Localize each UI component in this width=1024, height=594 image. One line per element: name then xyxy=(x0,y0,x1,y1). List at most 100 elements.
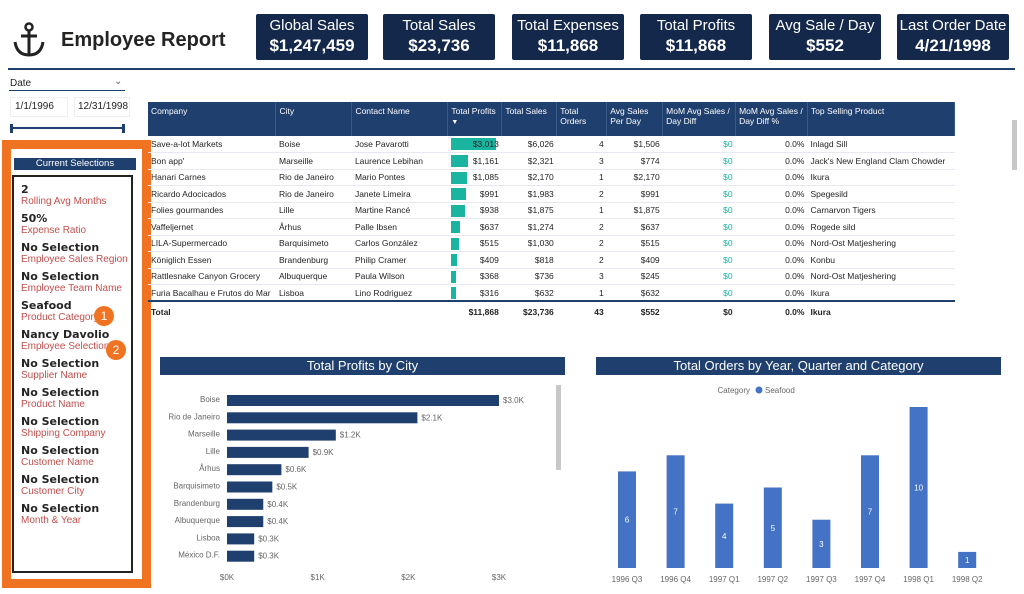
table-row[interactable]: Königlich Essen Brandenburg Philip Cramer $… xyxy=(148,251,955,269)
cell-total-profits: $3,013 xyxy=(447,136,502,153)
selection-value: 50% xyxy=(21,212,48,225)
table-cell: 1 xyxy=(556,202,607,219)
table-cell: Lino Rodriguez xyxy=(351,284,448,302)
bar[interactable] xyxy=(227,533,255,545)
table-cell: Boise xyxy=(275,136,352,153)
start-date-input[interactable]: 1/1/1996 xyxy=(10,97,68,117)
selection-value: No Selection xyxy=(21,502,100,515)
legend-marker xyxy=(755,386,763,394)
orders-chart-title: Total Orders by Year, Quarter and Catego… xyxy=(596,357,1001,375)
table-cell: $0 xyxy=(662,235,736,252)
table-cell: Jack's New England Clam Chowder xyxy=(807,152,955,170)
selection-item: No Selection Customer City xyxy=(21,473,131,497)
table-row[interactable]: Furia Bacalhau e Frutos do Mar Lisboa Lino… xyxy=(148,284,955,302)
anchor-logo-icon xyxy=(12,22,46,58)
chart-scrollbar[interactable] xyxy=(556,385,561,470)
chevron-down-icon[interactable]: ⌄ xyxy=(114,76,122,87)
table-cell: $0 xyxy=(662,136,736,153)
total-cell: Ikura xyxy=(807,300,955,321)
date-range-slider[interactable] xyxy=(10,124,125,133)
profits-by-city-chart: Boise $3.0K Rio de Janeiro $2.1K Marseille $1… xyxy=(168,395,525,582)
kpi-value: $11,868 xyxy=(665,36,727,55)
table-cell: $2,170 xyxy=(606,169,663,186)
column-header[interactable]: MoM Avg Sales / Day Diff % xyxy=(735,102,808,136)
table-cell: 0.0% xyxy=(735,284,808,302)
table-cell: Furia Bacalhau e Frutos do Mar xyxy=(148,284,276,302)
table-scrollbar[interactable] xyxy=(1012,120,1017,170)
bar[interactable] xyxy=(227,516,264,528)
kpi-label: Global Sales xyxy=(269,17,355,34)
category-label: Barquisimeto xyxy=(173,482,220,491)
table-row[interactable]: Rattlesnake Canyon Grocery Albuquerque Pau… xyxy=(148,268,955,285)
sort-desc-icon[interactable]: ▼ xyxy=(451,119,458,126)
cell-total-profits: $316 xyxy=(447,284,502,302)
bar[interactable] xyxy=(227,550,255,562)
bar[interactable] xyxy=(227,446,309,458)
customer-table: Company City Contact Name Total Profits ▼ Tot… xyxy=(148,102,956,321)
column-header[interactable]: Total Profits ▼ xyxy=(447,102,503,136)
date-slicer-label: Date xyxy=(10,78,32,89)
data-bar xyxy=(450,237,459,250)
data-bar xyxy=(450,155,469,167)
column-header[interactable]: City xyxy=(275,102,353,136)
bar[interactable] xyxy=(227,464,282,476)
column-header-label: MoM Avg Sales / Day Diff xyxy=(666,106,730,126)
column-header[interactable]: Total Orders xyxy=(556,102,608,136)
slider-handle-start[interactable] xyxy=(10,124,13,133)
table-cell: Paula Wilson xyxy=(351,268,448,285)
column-header[interactable]: MoM Avg Sales / Day Diff xyxy=(662,102,737,136)
end-date-input[interactable]: 12/31/1998 xyxy=(74,97,130,117)
x-tick-label: 1996 Q3 xyxy=(612,575,643,584)
table-cell: 3 xyxy=(556,268,607,285)
table-cell: Vaffeljernet xyxy=(148,218,276,236)
table-row[interactable]: Vaffeljernet Århus Palle Ibsen $637 $1,274 2 $… xyxy=(148,218,955,236)
column-header-label: Total Profits xyxy=(451,106,496,116)
bar[interactable] xyxy=(227,395,499,406)
table-cell: Bon app' xyxy=(148,152,276,170)
table-cell: $0 xyxy=(662,152,736,170)
table-cell: Königlich Essen xyxy=(148,251,276,269)
column-header[interactable]: Top Selling Product xyxy=(807,102,956,136)
column-header[interactable]: Total Sales xyxy=(501,102,558,136)
callout-badge-2: 2 xyxy=(106,340,126,360)
x-tick-label: $1K xyxy=(311,573,326,582)
selection-label: Product Category xyxy=(21,312,99,323)
selection-label: Employee Team Name xyxy=(21,283,122,294)
table-cell: Lisboa xyxy=(275,284,352,302)
table-row[interactable]: Folies gourmandes Lille Martine Rancé $938 $… xyxy=(148,202,955,219)
slider-handle-end[interactable] xyxy=(122,124,125,133)
table-cell: $245 xyxy=(606,268,663,285)
kpi-card: Total Expenses $11,868 xyxy=(512,14,624,60)
column-header-label: Total Sales xyxy=(505,106,547,116)
column-header[interactable]: Avg Sales Per Day xyxy=(606,102,664,136)
selection-item: No Selection Supplier Name xyxy=(21,357,131,381)
table-row[interactable]: Save-a-lot Markets Boise Jose Pavarotti $3,… xyxy=(148,136,955,153)
table-cell: Martine Rancé xyxy=(351,202,448,219)
table-cell: 2 xyxy=(556,218,607,236)
table-row[interactable]: Hanari Carnes Rio de Janeiro Mario Pontes $… xyxy=(148,169,955,186)
table-cell: 0.0% xyxy=(735,202,808,219)
category-label: Marseille xyxy=(188,430,221,439)
table-cell: 0.0% xyxy=(735,169,808,186)
table-cell: Rio de Janeiro xyxy=(275,185,352,203)
table-cell: $2,170 xyxy=(501,169,557,186)
bar[interactable] xyxy=(227,481,273,493)
bar[interactable] xyxy=(227,498,264,510)
column-header[interactable]: Contact Name xyxy=(351,102,449,136)
bar[interactable] xyxy=(227,412,418,424)
table-row[interactable]: Bon app' Marseille Laurence Lebihan $1,161 $… xyxy=(148,152,955,170)
kpi-value: $11,868 xyxy=(537,36,599,55)
current-selections-card: 2 Rolling Avg Months 50% Expense Ratio No Se… xyxy=(12,175,133,573)
category-label: Brandenburg xyxy=(174,499,220,508)
selection-label: Customer Name xyxy=(21,457,94,468)
category-label: Lisboa xyxy=(196,533,220,542)
x-tick-label: 1998 Q2 xyxy=(952,575,983,584)
column-header-label: MoM Avg Sales / Day Diff % xyxy=(739,106,803,126)
table-row[interactable]: LILA-Supermercado Barquisimeto Carlos Gonz… xyxy=(148,235,955,252)
data-bar xyxy=(450,254,457,266)
table-row[interactable]: Ricardo Adocicados Rio de Janeiro Janete L… xyxy=(148,185,955,203)
bar[interactable] xyxy=(227,429,336,441)
legend-item[interactable]: Seafood xyxy=(765,386,795,395)
table-cell: Spegesild xyxy=(807,185,955,203)
column-header[interactable]: Company xyxy=(148,102,277,136)
